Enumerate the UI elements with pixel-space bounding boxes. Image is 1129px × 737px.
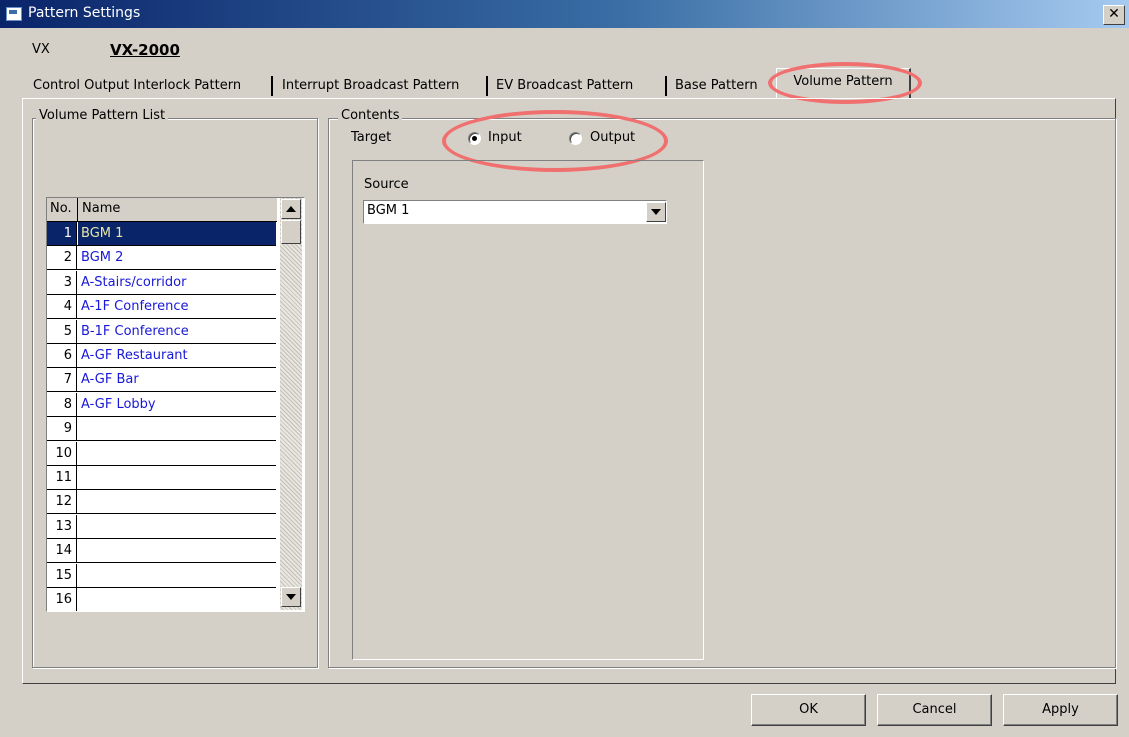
row-name: A-1F Conference bbox=[81, 299, 189, 315]
scroll-down-button[interactable] bbox=[281, 587, 301, 607]
source-dropdown-button[interactable] bbox=[646, 202, 666, 222]
row-number: 7 bbox=[47, 368, 77, 392]
tab-base-pattern[interactable]: Base Pattern bbox=[672, 74, 761, 98]
row-number: 12 bbox=[47, 490, 77, 514]
row-number: 1 bbox=[47, 222, 77, 245]
table-row[interactable]: 2 BGM 2 bbox=[47, 246, 276, 271]
table-row[interactable]: 13 bbox=[47, 514, 276, 539]
tab-control-output-interlock[interactable]: Control Output Interlock Pattern bbox=[30, 74, 244, 98]
scroll-up-button[interactable] bbox=[281, 199, 301, 219]
row-number: 5 bbox=[47, 319, 77, 343]
table-row[interactable]: 8 A-GF Lobby bbox=[47, 392, 276, 417]
row-number: 6 bbox=[47, 344, 77, 367]
row-name bbox=[78, 417, 276, 440]
apply-button[interactable]: Apply bbox=[1003, 694, 1118, 726]
table-row[interactable]: 6 A-GF Restaurant bbox=[47, 344, 276, 368]
row-number: 15 bbox=[47, 563, 77, 587]
row-name: A-Stairs/corridor bbox=[81, 274, 187, 290]
table-row[interactable]: 1 BGM 1 bbox=[47, 222, 276, 246]
table-row[interactable]: 14 bbox=[47, 539, 276, 564]
table-row[interactable]: 15 bbox=[47, 563, 276, 588]
row-number: 10 bbox=[47, 441, 77, 465]
device-label: VX bbox=[32, 42, 50, 57]
row-name bbox=[78, 515, 276, 538]
arrow-down-icon bbox=[286, 594, 296, 600]
source-panel bbox=[352, 160, 704, 660]
row-number: 14 bbox=[47, 539, 77, 563]
ok-button[interactable]: OK bbox=[751, 694, 866, 726]
window-icon bbox=[6, 7, 22, 21]
tab-interrupt-broadcast[interactable]: Interrupt Broadcast Pattern bbox=[279, 74, 462, 98]
arrow-up-icon bbox=[286, 206, 296, 212]
row-name: BGM 1 bbox=[78, 222, 276, 245]
chevron-down-icon bbox=[651, 209, 661, 215]
row-number: 3 bbox=[47, 270, 77, 294]
table-row[interactable]: 3 A-Stairs/corridor bbox=[47, 270, 276, 295]
row-name bbox=[78, 588, 276, 611]
vertical-scrollbar[interactable] bbox=[280, 198, 302, 610]
header-no: No. bbox=[50, 201, 72, 216]
source-label: Source bbox=[364, 177, 409, 192]
row-number: 4 bbox=[47, 295, 77, 319]
row-number: 11 bbox=[47, 466, 77, 489]
row-number: 8 bbox=[47, 392, 77, 416]
table-header: No. Name bbox=[47, 198, 277, 222]
row-number: 9 bbox=[47, 417, 77, 441]
header-name: Name bbox=[82, 201, 121, 216]
table-row[interactable]: 12 bbox=[47, 490, 276, 515]
row-name bbox=[78, 539, 276, 562]
device-model: VX-2000 bbox=[110, 41, 180, 59]
tab-ev-broadcast[interactable]: EV Broadcast Pattern bbox=[493, 74, 636, 98]
volume-pattern-list-title: Volume Pattern List bbox=[36, 108, 169, 123]
row-name bbox=[78, 442, 276, 465]
row-name bbox=[78, 490, 276, 513]
contents-title: Contents bbox=[338, 108, 403, 123]
row-name: A-GF Lobby bbox=[81, 396, 156, 412]
window-title: Pattern Settings bbox=[28, 5, 141, 21]
table-row[interactable]: 10 bbox=[47, 441, 276, 466]
pattern-table[interactable]: No. Name 1 BGM 1 2 BGM 2 3 A-Stairs/corridor 4… bbox=[46, 197, 305, 612]
table-row[interactable]: 11 bbox=[47, 466, 276, 490]
table-row[interactable]: 4 A-1F Conference bbox=[47, 295, 276, 320]
title-bar: Pattern Settings ✕ bbox=[0, 0, 1129, 28]
close-button[interactable]: ✕ bbox=[1103, 5, 1125, 25]
row-name bbox=[78, 466, 276, 489]
table-row[interactable]: 7 A-GF Bar bbox=[47, 368, 276, 393]
row-name: BGM 2 bbox=[81, 250, 124, 266]
row-number: 13 bbox=[47, 514, 77, 538]
table-row[interactable]: 16 bbox=[47, 588, 276, 611]
tab-divider bbox=[665, 76, 667, 96]
cancel-button[interactable]: Cancel bbox=[877, 694, 992, 726]
table-row[interactable]: 9 bbox=[47, 417, 276, 442]
target-label: Target bbox=[351, 130, 392, 145]
row-name: A-GF Restaurant bbox=[81, 348, 188, 363]
tab-divider bbox=[486, 76, 488, 96]
row-name: A-GF Bar bbox=[81, 372, 139, 388]
tab-divider bbox=[271, 76, 273, 96]
scroll-thumb[interactable] bbox=[281, 220, 301, 244]
source-value: BGM 1 bbox=[367, 203, 410, 218]
row-number: 16 bbox=[47, 588, 77, 611]
row-name bbox=[78, 564, 276, 587]
row-name: B-1F Conference bbox=[81, 323, 189, 339]
row-number: 2 bbox=[47, 246, 77, 270]
table-row[interactable]: 5 B-1F Conference bbox=[47, 319, 276, 344]
source-select[interactable]: BGM 1 bbox=[363, 200, 667, 224]
